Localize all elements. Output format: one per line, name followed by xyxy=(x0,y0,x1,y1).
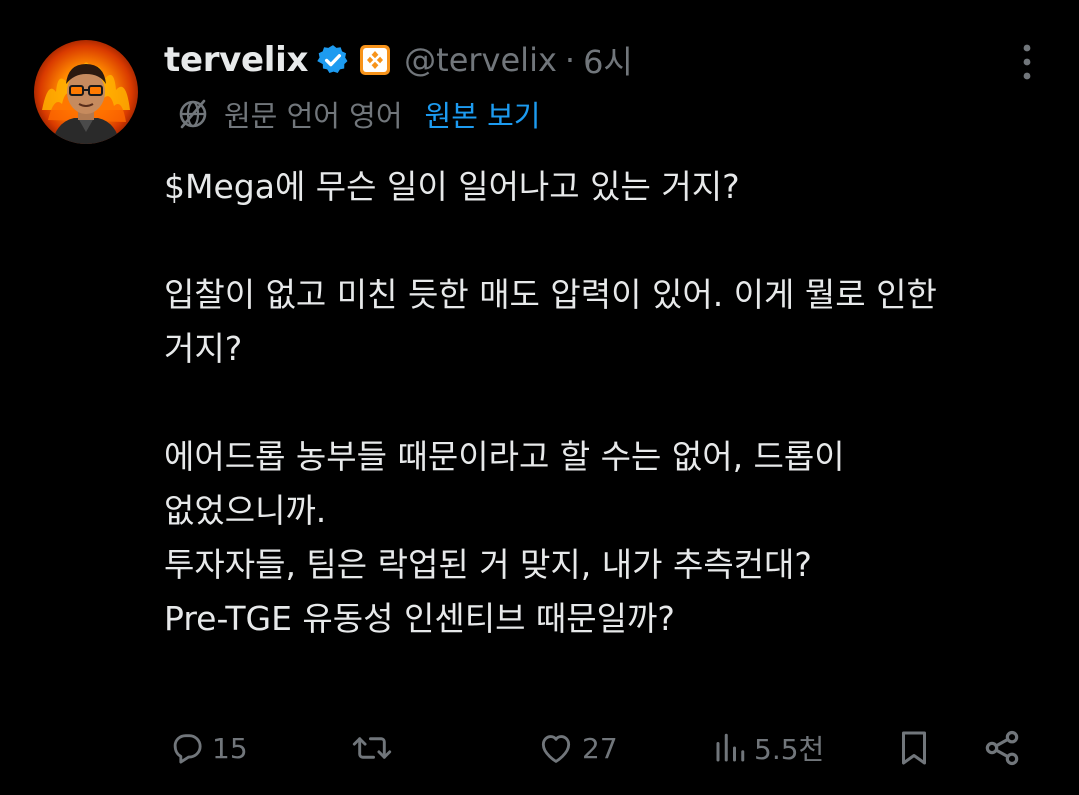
tweet-header: tervelix @tervelix · 6시 xyxy=(164,32,633,88)
views-icon xyxy=(712,729,748,767)
reply-button[interactable]: 15 xyxy=(168,718,248,778)
body-blank-line xyxy=(164,214,1064,268)
body-text-line: 에어드롭 농부들 때문이라고 할 수는 없어, 드롭이 xyxy=(164,437,845,476)
repost-button[interactable] xyxy=(352,718,398,778)
translation-language-note: 원문 언어 영어 xyxy=(224,99,403,133)
body-text-line: 없었으니까. xyxy=(164,491,327,530)
more-vertical-icon[interactable] xyxy=(1011,42,1043,82)
translate-globe-icon xyxy=(176,97,210,131)
tweet-body: $Mega에 무슨 일이 일어나고 있는 거지? 입찰이 없고 미친 듯한 매도 … xyxy=(164,160,1064,646)
views-count: 5.5천 xyxy=(754,733,825,766)
translation-notice: 원문 언어 영어 원본 보기 xyxy=(176,92,540,136)
separator-dot: · xyxy=(564,41,576,79)
heart-icon xyxy=(536,729,576,767)
share-button[interactable] xyxy=(982,718,1022,778)
show-original-link[interactable]: 원본 보기 xyxy=(425,93,541,135)
bookmark-button[interactable] xyxy=(896,718,932,778)
affiliate-badge-icon[interactable] xyxy=(358,43,392,77)
timestamp[interactable]: 6시 xyxy=(583,37,633,83)
reply-icon xyxy=(168,729,206,767)
action-bar: 15 27 5.5천 xyxy=(0,718,1079,778)
like-count: 27 xyxy=(582,731,618,765)
like-button[interactable]: 27 xyxy=(536,718,618,778)
body-text-line: 입찰이 없고 미친 듯한 매도 압력이 있어. 이게 뭘로 인한 xyxy=(164,275,937,314)
body-text-line: 거지? xyxy=(164,329,243,368)
display-name[interactable]: tervelix xyxy=(164,40,308,80)
user-handle[interactable]: @tervelix xyxy=(404,41,557,79)
reply-count: 15 xyxy=(212,731,248,765)
tweet: tervelix @tervelix · 6시 원문 언어 영어 원본 보기 $… xyxy=(0,0,1079,795)
verified-check-icon xyxy=(316,43,350,77)
share-icon xyxy=(982,728,1022,768)
avatar-image xyxy=(34,40,138,144)
body-blank-line xyxy=(164,376,1064,430)
bookmark-icon xyxy=(896,728,932,768)
repost-icon xyxy=(352,729,392,767)
views-button[interactable]: 5.5천 xyxy=(712,718,824,778)
body-text-line: Pre-TGE 유동성 인센티브 때문일까? xyxy=(164,599,675,638)
body-text-line: $Mega에 무슨 일이 일어나고 있는 거지? xyxy=(164,167,740,206)
avatar[interactable] xyxy=(34,40,138,144)
body-text-line: 투자자들, 팀은 락업된 거 맞지, 내가 추측컨대? xyxy=(164,545,812,584)
